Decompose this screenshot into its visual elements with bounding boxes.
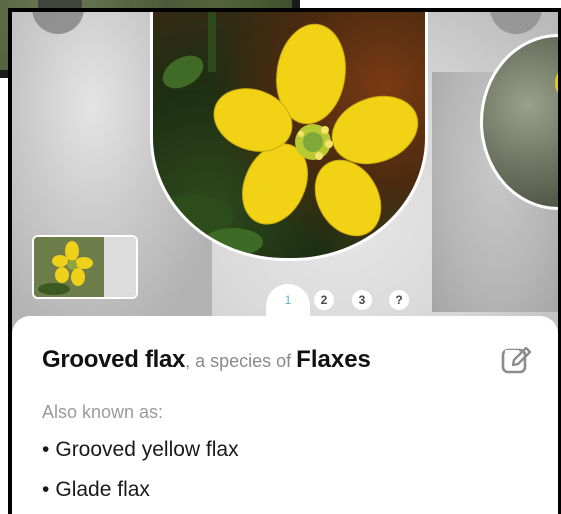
result-pager: 1 2 3 ?: [12, 284, 558, 318]
top-right-round-button[interactable]: [490, 12, 542, 34]
bullet: •: [42, 438, 50, 461]
species-common-name[interactable]: Grooved flax: [42, 346, 185, 373]
genus-name[interactable]: Flaxes: [296, 346, 371, 373]
plant-identification-screen: 1 2 3 ? Grooved flax, a species of Flaxe…: [12, 12, 558, 514]
other-name-text: Glade flax: [55, 478, 150, 501]
species-connector-text: , a species of: [185, 351, 297, 371]
bullet: •: [42, 478, 50, 501]
also-known-as-label: Also known as:: [42, 402, 164, 422]
page-dot-1[interactable]: 1: [278, 290, 298, 310]
app-frame: 1 2 3 ? Grooved flax, a species of Flaxe…: [8, 8, 561, 514]
edit-button[interactable]: [499, 344, 533, 378]
edit-icon: [501, 346, 532, 374]
species-title: Grooved flax, a species of Flaxes: [42, 346, 371, 374]
yellow-flower-image: [153, 12, 419, 256]
page-dot-3[interactable]: 3: [352, 290, 372, 310]
other-name-text: Grooved yellow flax: [55, 438, 239, 461]
match-image-circle[interactable]: [150, 12, 428, 261]
page-dot-2[interactable]: 2: [314, 290, 334, 310]
species-result-card: Grooved flax, a species of Flaxes Also k…: [12, 316, 558, 514]
flower-petal-hint: [555, 72, 558, 94]
other-name-item: • Glade flax: [42, 478, 150, 502]
page-dot-unknown[interactable]: ?: [389, 290, 409, 310]
other-name-item: • Grooved yellow flax: [42, 438, 239, 462]
